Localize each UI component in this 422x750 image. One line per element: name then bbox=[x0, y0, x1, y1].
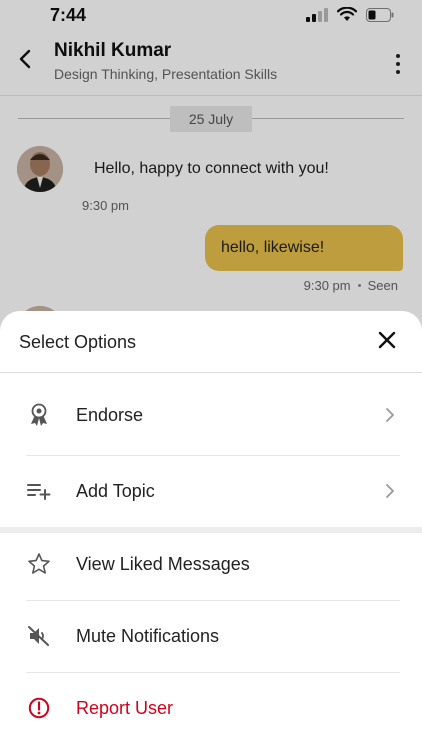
option-label: Endorse bbox=[76, 404, 144, 425]
chevron-right-icon bbox=[384, 483, 396, 499]
option-report-user[interactable]: Report User bbox=[0, 672, 422, 744]
alert-circle-icon bbox=[26, 695, 52, 721]
close-button[interactable] bbox=[376, 331, 398, 353]
option-endorse[interactable]: Endorse bbox=[0, 379, 422, 451]
option-label: Mute Notifications bbox=[76, 625, 220, 646]
chevron-right-icon bbox=[384, 407, 396, 423]
sheet-header: Select Options bbox=[0, 311, 422, 373]
option-add-topic[interactable]: Add Topic bbox=[0, 455, 422, 527]
close-icon bbox=[378, 331, 396, 354]
option-mute-notifications[interactable]: Mute Notifications bbox=[0, 600, 422, 672]
award-ribbon-icon bbox=[26, 402, 52, 428]
option-label: View Liked Messages bbox=[76, 553, 250, 574]
option-label: Add Topic bbox=[76, 480, 155, 501]
option-view-liked-messages[interactable]: View Liked Messages bbox=[0, 528, 422, 600]
playlist-add-icon bbox=[26, 478, 52, 504]
options-sheet: Select Options Endorse Add Topic View Li… bbox=[0, 311, 422, 750]
volume-off-icon bbox=[26, 623, 52, 649]
star-icon bbox=[26, 551, 52, 577]
option-label: Report User bbox=[76, 697, 174, 718]
sheet-title: Select Options bbox=[19, 332, 137, 352]
